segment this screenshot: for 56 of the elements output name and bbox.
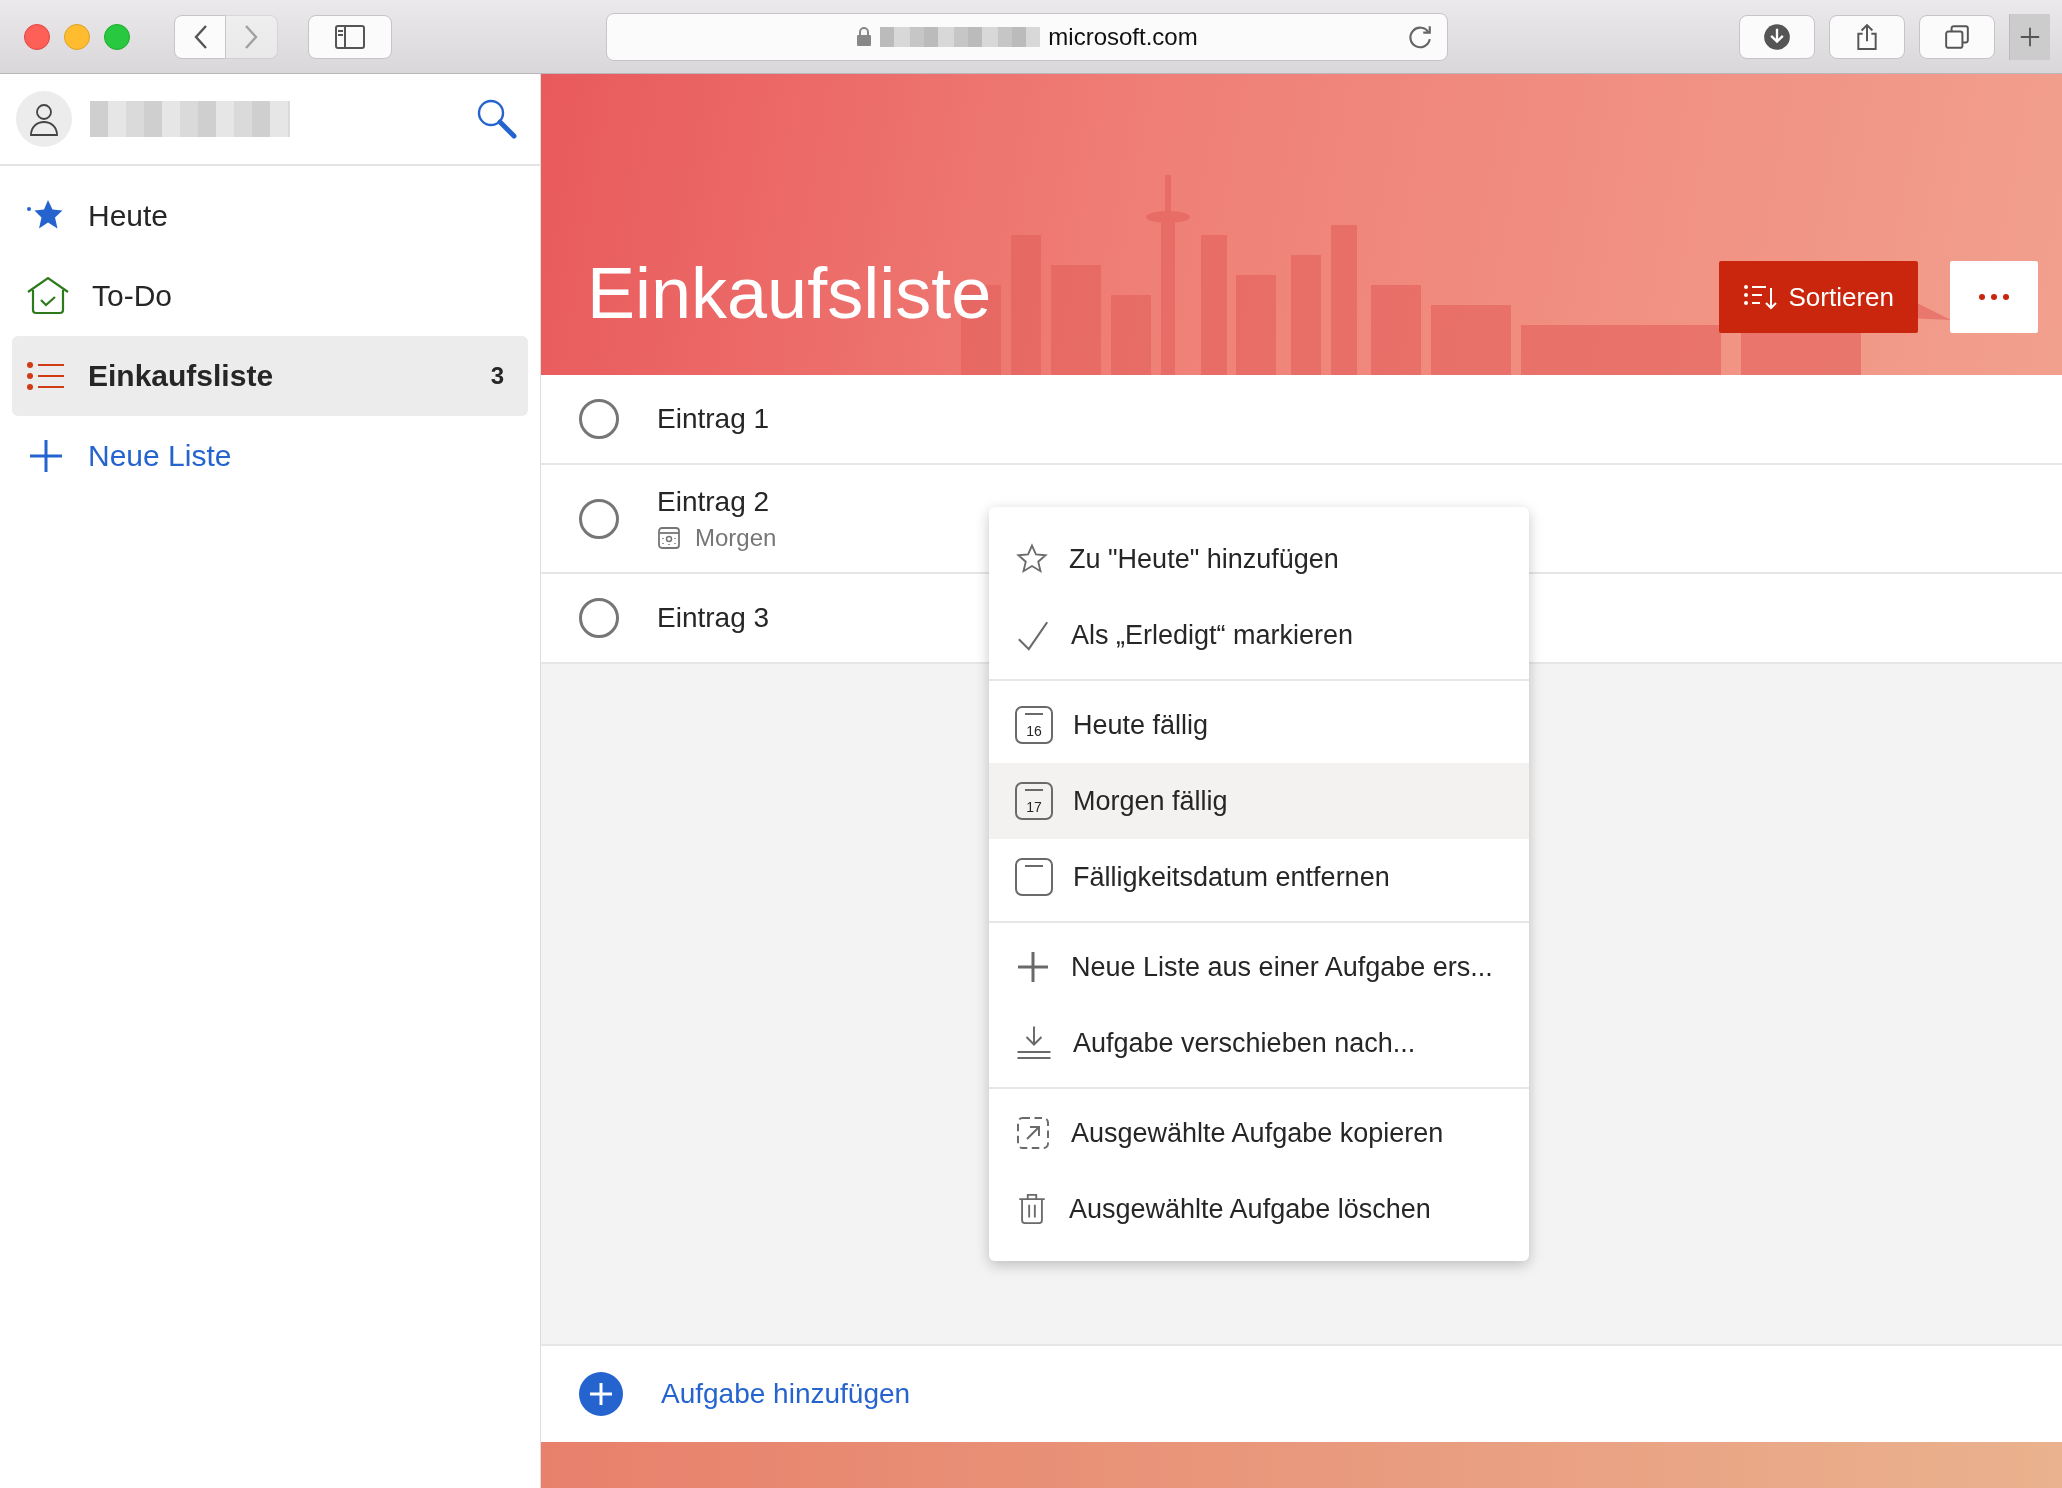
tabs-icon <box>1944 23 1970 50</box>
maximize-window-button[interactable] <box>104 23 130 50</box>
sidebar-item[interactable]: Heute <box>12 176 528 256</box>
new-list-link[interactable]: Neue Liste <box>12 416 528 496</box>
calendar-icon <box>1015 858 1053 896</box>
avatar[interactable] <box>16 91 72 147</box>
house-check-icon <box>26 276 70 316</box>
star-icon <box>1015 542 1049 576</box>
task-title: Eintrag 1 <box>657 403 770 435</box>
task-checkbox[interactable] <box>579 598 619 638</box>
plus-icon <box>1015 949 1051 985</box>
search-icon <box>476 98 518 140</box>
list-title: Einkaufsliste <box>587 257 993 333</box>
reload-icon <box>1407 23 1433 50</box>
task-title: Eintrag 3 <box>657 602 770 634</box>
menu-item[interactable]: Ausgewählte Aufgabe kopieren <box>989 1095 1529 1171</box>
calendar-icon: 16 <box>1015 706 1053 744</box>
lock-icon <box>856 26 873 47</box>
new-tab-button[interactable] <box>2009 13 2050 60</box>
url-text: microsoft.com <box>1048 22 1198 51</box>
downloads-button[interactable] <box>1739 14 1815 59</box>
menu-item[interactable]: Als „Erledigt“ markieren <box>989 597 1529 673</box>
task-checkbox[interactable] <box>579 399 619 439</box>
sort-icon <box>1742 282 1779 312</box>
chevron-left-icon <box>192 23 208 50</box>
list-icon <box>26 361 66 391</box>
menu-item[interactable]: 16 Heute fällig <box>989 687 1529 763</box>
back-button[interactable] <box>174 14 226 59</box>
calendar-icon: 17 <box>1015 782 1053 820</box>
person-icon <box>29 102 59 136</box>
sidebar-item[interactable]: To-Do <box>12 256 528 336</box>
more-icon <box>1978 293 2010 301</box>
plus-icon <box>2019 25 2041 48</box>
sidebar-toggle-button[interactable] <box>308 14 392 59</box>
menu-item[interactable]: Ausgewählte Aufgabe löschen <box>989 1171 1529 1247</box>
sidebar-icon <box>335 24 365 49</box>
download-icon <box>1763 22 1791 51</box>
sort-button[interactable]: Sortieren <box>1718 261 1918 333</box>
task-checkbox[interactable] <box>579 498 619 539</box>
calendar-icon <box>657 525 681 550</box>
share-button[interactable] <box>1829 14 1905 59</box>
tabs-button[interactable] <box>1919 14 1995 59</box>
task-title: Eintrag 2 <box>657 485 771 518</box>
address-bar[interactable]: microsoft.com <box>606 12 1448 61</box>
menu-item[interactable]: Zu "Heute" hinzufügen <box>989 521 1529 597</box>
menu-item[interactable]: Neue Liste aus einer Aufgabe ers... <box>989 929 1529 1005</box>
download-arrow-icon <box>1015 1025 1053 1061</box>
menu-item[interactable]: Fälligkeitsdatum entfernen <box>989 839 1529 915</box>
chevron-right-icon <box>243 23 260 50</box>
close-window-button[interactable] <box>24 23 50 50</box>
share-icon <box>1854 21 1880 52</box>
due-date: Morgen <box>695 523 777 552</box>
menu-item[interactable]: 17 Morgen fällig <box>989 763 1529 839</box>
plus-circle-icon <box>579 1372 623 1416</box>
sidebar-item[interactable]: Einkaufsliste 3 <box>12 336 528 416</box>
menu-item[interactable]: Aufgabe verschieben nach... <box>989 1005 1529 1081</box>
